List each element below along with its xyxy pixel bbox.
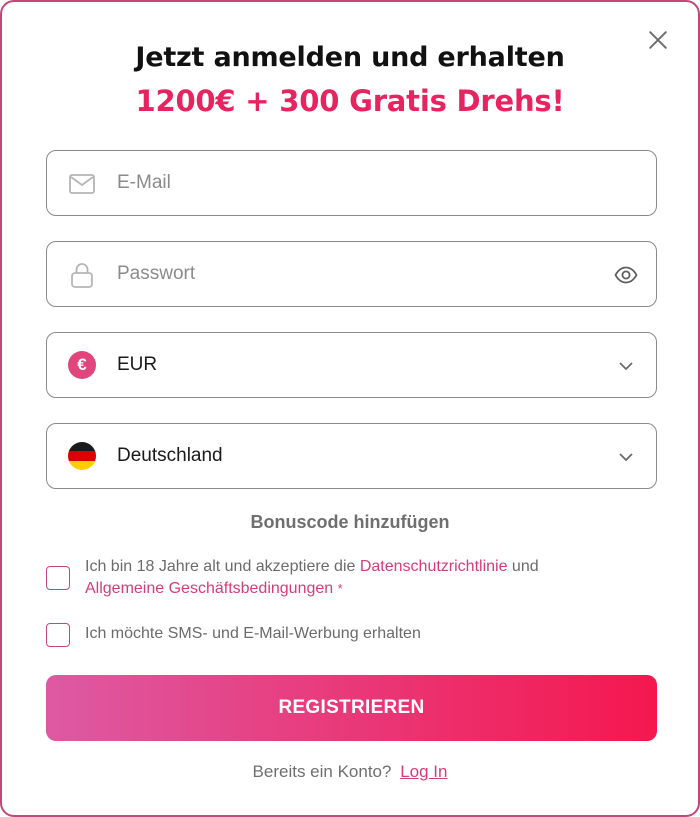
terms-middle: und — [507, 558, 539, 575]
chevron-down-icon — [619, 362, 633, 371]
login-question: Bereits ein Konto? — [252, 762, 392, 781]
terms-text: Ich bin 18 Jahre alt und akzeptiere die … — [85, 556, 655, 600]
euro-icon: € — [68, 351, 96, 379]
registration-modal: Jetzt anmelden und erhalten 1200€ + 300 … — [0, 0, 700, 817]
add-bonus-code-link[interactable]: Bonuscode hinzufügen — [2, 512, 698, 533]
privacy-policy-link[interactable]: Datenschutzrichtlinie — [360, 558, 508, 575]
password-input[interactable] — [117, 242, 597, 306]
login-prompt: Bereits ein Konto? Log In — [2, 762, 698, 782]
modal-title: Jetzt anmelden und erhalten — [135, 42, 565, 73]
email-field[interactable] — [46, 150, 657, 216]
marketing-label: Ich möchte SMS- und E-Mail-Werbung erhal… — [85, 625, 421, 642]
register-button[interactable]: REGISTRIEREN — [46, 675, 657, 741]
chevron-down-icon — [619, 453, 633, 462]
marketing-checkbox[interactable] — [46, 623, 70, 647]
terms-checkbox[interactable] — [46, 566, 70, 590]
currency-value: EUR — [117, 354, 158, 375]
bonus-offer-headline: 1200€ + 300 Gratis Drehs! — [135, 84, 565, 118]
country-value: Deutschland — [117, 445, 223, 466]
login-link[interactable]: Log In — [400, 762, 447, 781]
envelope-icon — [69, 174, 95, 194]
required-mark: * — [337, 581, 343, 596]
password-field[interactable] — [46, 241, 657, 307]
terms-prefix: Ich bin 18 Jahre alt und akzeptiere die — [85, 558, 360, 575]
terms-conditions-link[interactable]: Allgemeine Geschäftsbedingungen — [85, 580, 333, 597]
country-select[interactable]: Deutschland — [46, 423, 657, 489]
eye-icon[interactable] — [614, 263, 638, 287]
email-input[interactable] — [117, 151, 597, 215]
currency-select[interactable]: € EUR — [46, 332, 657, 398]
lock-icon — [71, 263, 93, 288]
germany-flag-icon — [68, 442, 96, 470]
